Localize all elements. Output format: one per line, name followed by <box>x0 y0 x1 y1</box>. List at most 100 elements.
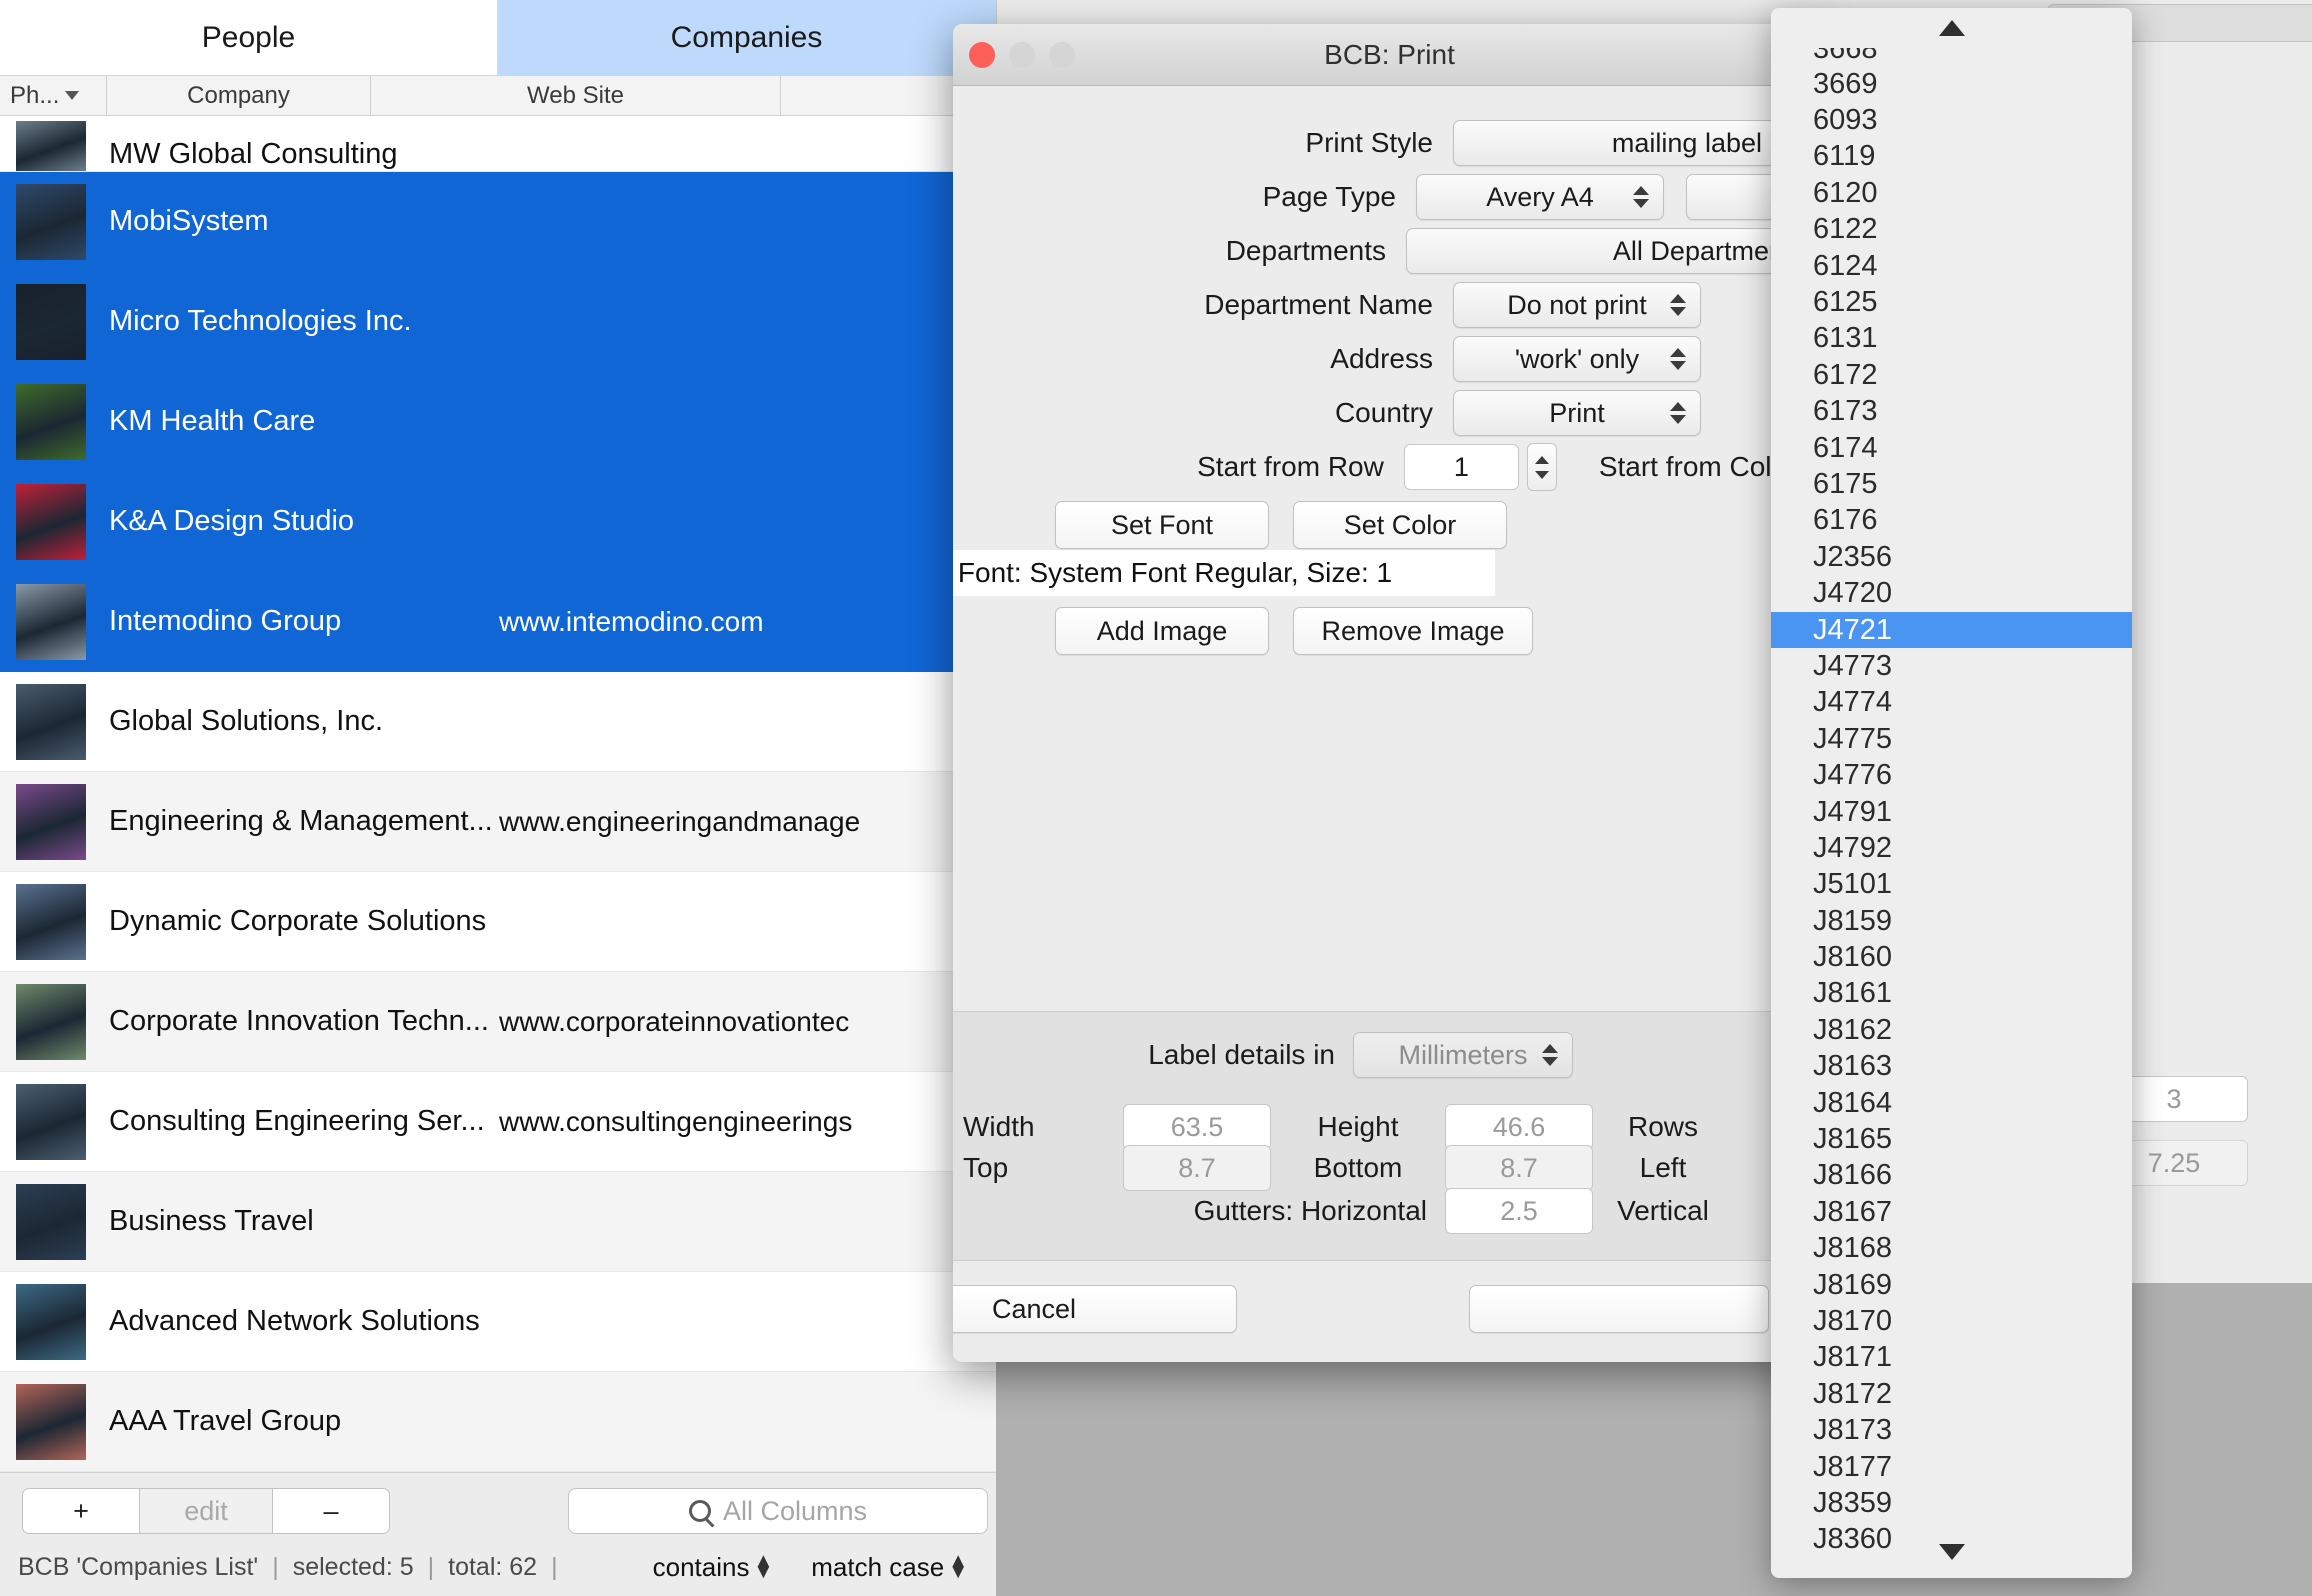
tab-people[interactable]: People <box>0 0 498 75</box>
table-row[interactable]: KM Health Care <box>0 372 996 472</box>
dropdown-item[interactable]: J8160 <box>1771 939 2132 975</box>
tab-people-label: People <box>201 20 296 54</box>
dropdown-item[interactable]: J4791 <box>1771 794 2132 830</box>
units-popup[interactable]: Millimeters <box>1353 1032 1573 1078</box>
dropdown-item[interactable]: J8172 <box>1771 1376 2132 1412</box>
dropdown-item[interactable]: J8359 <box>1771 1485 2132 1521</box>
set-color-button[interactable]: Set Color <box>1293 501 1507 549</box>
gutters-label: Gutters: Horizontal <box>1193 1195 1427 1226</box>
dropdown-item[interactable]: 3668 <box>1771 48 2132 66</box>
top-input[interactable]: 8.7 <box>1123 1145 1271 1191</box>
dropdown-item[interactable]: 6176 <box>1771 503 2132 539</box>
remove-record-label: – <box>323 1495 339 1526</box>
table-row[interactable]: Intemodino Group www.intemodino.com <box>0 572 996 672</box>
table-row[interactable]: Engineering & Management... www.engineeri… <box>0 772 996 872</box>
dropdown-item[interactable]: J2356 <box>1771 539 2132 575</box>
scroll-down-button[interactable] <box>1771 1544 2132 1560</box>
table-row[interactable]: K&A Design Studio <box>0 472 996 572</box>
dropdown-item[interactable]: J8159 <box>1771 903 2132 939</box>
add-image-button[interactable]: Add Image <box>1055 607 1269 655</box>
dropdown-item[interactable]: J8167 <box>1771 1194 2132 1230</box>
dropdown-item[interactable]: J4721 <box>1771 611 2132 649</box>
dropdown-item[interactable]: J8170 <box>1771 1303 2132 1339</box>
table-row[interactable]: Advanced Network Solutions <box>0 1272 996 1372</box>
dropdown-item[interactable]: J8161 <box>1771 976 2132 1012</box>
case-mode-label: match case <box>811 1551 945 1582</box>
companies-table[interactable]: MW Global Consulting MobiSystem Micro Tech… <box>0 116 996 1472</box>
dropdown-item[interactable]: 6173 <box>1771 394 2132 430</box>
start-from-row-input[interactable]: 1 <box>1403 444 1519 490</box>
dropdown-item[interactable]: J8164 <box>1771 1085 2132 1121</box>
table-row[interactable]: MW Global Consulting <box>0 116 996 172</box>
dropdown-item[interactable]: J8168 <box>1771 1231 2132 1267</box>
dropdown-item[interactable]: 6122 <box>1771 212 2132 248</box>
dropdown-item[interactable]: 6175 <box>1771 466 2132 502</box>
tab-companies[interactable]: Companies <box>498 0 996 75</box>
dropdown-item[interactable]: J8163 <box>1771 1049 2132 1085</box>
column-header-website[interactable]: Web Site <box>371 75 781 116</box>
dropdown-item[interactable]: 6124 <box>1771 248 2132 284</box>
scroll-up-button[interactable] <box>1771 8 2132 48</box>
table-row[interactable]: AAA Travel Group <box>0 1372 996 1472</box>
print-button[interactable] <box>1469 1285 1769 1333</box>
remove-record-button[interactable]: – <box>272 1488 390 1534</box>
add-record-button[interactable]: + <box>22 1488 140 1534</box>
dropdown-item[interactable]: J4776 <box>1771 757 2132 793</box>
start-from-row-stepper[interactable] <box>1526 443 1557 491</box>
dropdown-item[interactable]: 6093 <box>1771 102 2132 138</box>
dropdown-item[interactable]: J8173 <box>1771 1412 2132 1448</box>
country-popup[interactable]: Print <box>1453 390 1701 436</box>
table-row[interactable]: Corporate Innovation Techn... www.corpora… <box>0 972 996 1072</box>
search-input[interactable]: All Columns <box>568 1488 988 1534</box>
dropdown-item[interactable]: J8166 <box>1771 1158 2132 1194</box>
dropdown-item[interactable]: J4773 <box>1771 648 2132 684</box>
dialog-titlebar[interactable]: BCB: Print <box>953 24 1826 86</box>
bottom-value: 8.7 <box>1500 1152 1538 1183</box>
top-label: Top <box>963 1152 1009 1183</box>
table-row[interactable]: MobiSystem <box>0 172 996 272</box>
dropdown-item[interactable]: 6119 <box>1771 139 2132 175</box>
dropdown-item[interactable]: 6125 <box>1771 284 2132 320</box>
dropdown-item[interactable]: 6131 <box>1771 321 2132 357</box>
table-row[interactable]: Business Travel <box>0 1172 996 1272</box>
dropdown-item[interactable]: J8171 <box>1771 1340 2132 1376</box>
cancel-button[interactable]: Cancel <box>953 1285 1237 1333</box>
departments-popup[interactable]: All Departments <box>1406 228 1826 274</box>
dropdown-item[interactable]: 6172 <box>1771 357 2132 393</box>
dropdown-item[interactable]: J4792 <box>1771 830 2132 866</box>
height-input[interactable]: 46.6 <box>1445 1104 1593 1150</box>
match-mode-popup[interactable]: contains ▲ ▼ <box>653 1551 774 1583</box>
remove-image-button[interactable]: Remove Image <box>1293 607 1533 655</box>
label-details-panel: Label details in Millimeters Width 63.5 … <box>953 1011 1826 1261</box>
gutters-horizontal-input[interactable]: 2.5 <box>1445 1188 1593 1234</box>
print-style-popup[interactable]: mailing label <box>1453 120 1783 166</box>
dropdown-item[interactable]: J4720 <box>1771 575 2132 611</box>
table-row[interactable]: Global Solutions, Inc. <box>0 672 996 772</box>
dropdown-item[interactable]: J8169 <box>1771 1267 2132 1303</box>
dropdown-item[interactable]: 6120 <box>1771 175 2132 211</box>
set-font-button[interactable]: Set Font <box>1055 501 1269 549</box>
column-header-company[interactable]: Company <box>107 75 371 116</box>
case-mode-popup[interactable]: match case ▲ ▼ <box>811 1551 968 1583</box>
edit-record-button[interactable]: edit <box>140 1488 272 1534</box>
chevron-updown-icon <box>1670 402 1686 424</box>
table-row[interactable]: Micro Technologies Inc. <box>0 272 996 372</box>
dropdown-item[interactable]: 6174 <box>1771 430 2132 466</box>
bottom-input[interactable]: 8.7 <box>1445 1145 1593 1191</box>
address-popup[interactable]: 'work' only <box>1453 336 1701 382</box>
dropdown-item[interactable]: J4774 <box>1771 685 2132 721</box>
dropdown-item[interactable]: J8162 <box>1771 1012 2132 1048</box>
dropdown-item[interactable]: 3669 <box>1771 66 2132 102</box>
dropdown-item[interactable]: J5101 <box>1771 867 2132 903</box>
width-input[interactable]: 63.5 <box>1123 1104 1271 1150</box>
table-row[interactable]: Consulting Engineering Ser... www.consult… <box>0 1072 996 1172</box>
dropdown-item[interactable]: J8165 <box>1771 1121 2132 1157</box>
department-name-popup[interactable]: Do not print <box>1453 282 1701 328</box>
page-type-popup[interactable]: Avery A4 <box>1416 174 1664 220</box>
dropdown-item[interactable]: J8177 <box>1771 1449 2132 1485</box>
dropdown-item-list[interactable]: 3668 3669 6093 6119 6120 6122 6124 6125 6131 6172… <box>1771 48 2132 1558</box>
dropdown-item[interactable]: J4775 <box>1771 721 2132 757</box>
table-row[interactable]: Dynamic Corporate Solutions <box>0 872 996 972</box>
column-header-photo[interactable]: Ph... <box>0 75 107 116</box>
page-type-dropdown-menu[interactable]: 3668 3669 6093 6119 6120 6122 6124 6125 6131 6172… <box>1771 8 2132 1578</box>
